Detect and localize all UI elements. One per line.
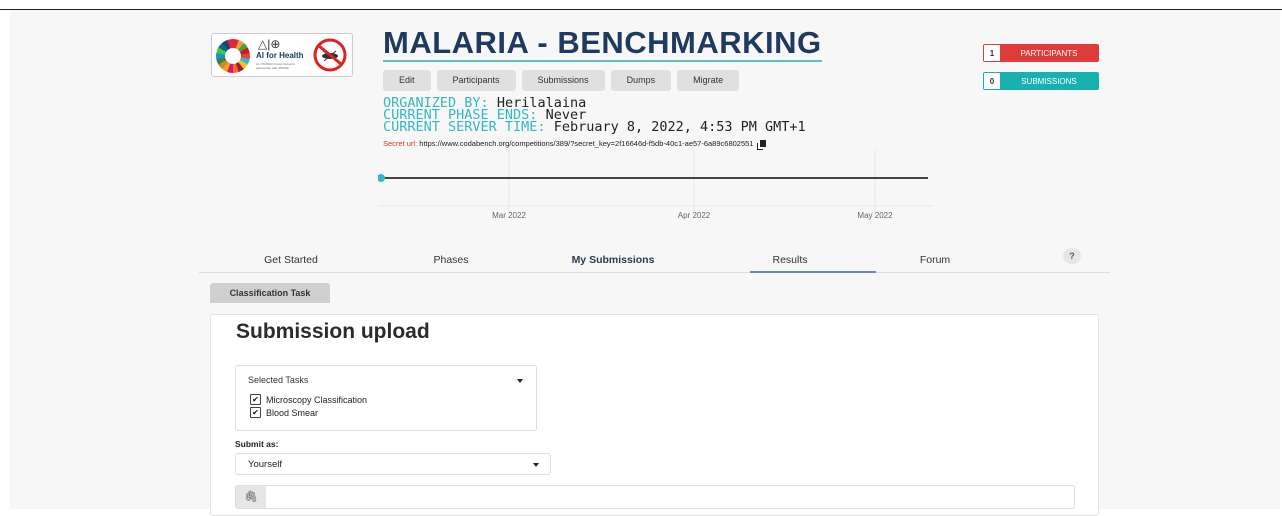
admin-button-row: Edit Participants Submissions Dumps Migr… <box>383 70 740 91</box>
task-tab-classification[interactable]: Classification Task <box>210 283 330 303</box>
competition-tabs: Get Started Phases My Submissions Result… <box>199 246 1110 273</box>
phase-timeline: Mar 2022 Apr 2022 May 2022 <box>378 150 933 220</box>
selected-tasks-label: Selected Tasks <box>248 375 309 385</box>
competition-title: MALARIA - BENCHMARKING <box>383 25 822 62</box>
migrate-button[interactable]: Migrate <box>677 70 740 91</box>
tab-phases[interactable]: Phases <box>376 254 526 266</box>
timeline-start-dot <box>378 174 385 182</box>
help-icon[interactable]: ? <box>1063 248 1081 264</box>
secret-url-value[interactable]: https://www.codabench.org/competitions/3… <box>419 139 753 148</box>
submit-as-label: Submit as: <box>235 439 279 449</box>
secret-url-label: Secret url: <box>383 139 418 148</box>
participants-counter[interactable]: 1 PARTICIPANTS <box>983 44 1099 62</box>
submissions-counter[interactable]: 0 SUBMISSIONS <box>983 72 1099 90</box>
ai-for-health-text: AI for Health <box>256 51 304 60</box>
browser-top-edge <box>0 0 1282 10</box>
logo-small-text: An ITU/WHO Focus Group in partnership wi… <box>256 62 295 70</box>
chevron-down-icon <box>533 463 539 467</box>
submissions-button[interactable]: Submissions <box>521 70 605 91</box>
timeline-tick-may: May 2022 <box>857 211 893 220</box>
submissions-label: SUBMISSIONS <box>1000 73 1098 89</box>
submissions-count: 0 <box>984 73 1000 89</box>
task-label: Microscopy Classification <box>266 394 368 405</box>
submit-as-value: Yourself <box>248 459 282 470</box>
ai-for-health-symbols: △|⊕ <box>258 37 281 51</box>
submit-as-select[interactable]: Yourself <box>235 453 551 475</box>
checkbox-checked-icon: ✔ <box>250 394 261 405</box>
copy-icon[interactable] <box>759 140 766 147</box>
participants-count: 1 <box>984 45 1000 61</box>
task-checkbox-microscopy[interactable]: ✔ Microscopy Classification <box>250 394 367 405</box>
paperclip-icon[interactable]: 🖇 <box>236 486 266 508</box>
active-tab-indicator <box>750 271 876 273</box>
submission-upload-panel: Submission upload Selected Tasks ✔ Micro… <box>210 314 1099 516</box>
task-checkbox-blood-smear[interactable]: ✔ Blood Smear <box>250 407 318 418</box>
server-time-value: February 8, 2022, 4:53 PM GMT+1 <box>553 119 806 135</box>
submission-upload-heading: Submission upload <box>236 320 430 343</box>
chevron-down-icon <box>517 379 523 383</box>
participants-button[interactable]: Participants <box>436 70 516 91</box>
competition-meta: ORGANIZED BY: Herilalaina CURRENT PHASE … <box>383 96 806 135</box>
selected-tasks-dropdown[interactable]: Selected Tasks ✔ Microscopy Classificati… <box>235 365 537 431</box>
sdg-wheel-icon <box>216 39 250 73</box>
timeline-tick-apr: Apr 2022 <box>678 211 711 220</box>
task-label: Blood Smear <box>266 407 319 418</box>
competition-logo: △|⊕ AI for Health An ITU/WHO Focus Group… <box>211 33 353 77</box>
secret-url: Secret url: https://www.codabench.org/co… <box>383 139 766 148</box>
no-mosquito-icon <box>313 38 347 72</box>
file-upload-input[interactable]: 🖇 <box>235 485 1075 509</box>
tab-results[interactable]: Results <box>715 254 865 266</box>
participants-label: PARTICIPANTS <box>1000 45 1098 61</box>
edit-button[interactable]: Edit <box>383 70 431 91</box>
dumps-button[interactable]: Dumps <box>610 70 672 91</box>
timeline-tick-mar: Mar 2022 <box>492 211 526 220</box>
tab-my-submissions[interactable]: My Submissions <box>538 254 688 266</box>
checkbox-checked-icon: ✔ <box>250 407 261 418</box>
server-time-label: CURRENT SERVER TIME: <box>383 119 546 135</box>
tab-get-started[interactable]: Get Started <box>216 254 366 266</box>
tab-forum[interactable]: Forum <box>860 254 1010 266</box>
